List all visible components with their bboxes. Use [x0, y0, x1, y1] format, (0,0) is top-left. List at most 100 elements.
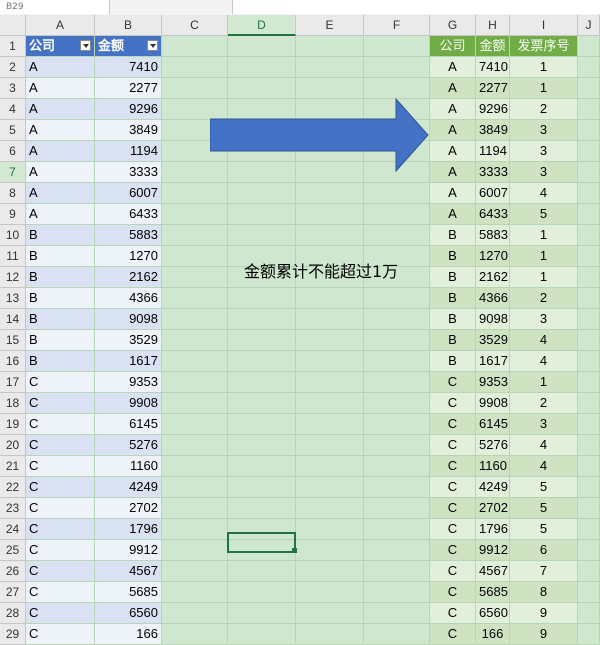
row-header-2[interactable]: 2 [0, 57, 26, 78]
grid-cell[interactable] [578, 456, 600, 477]
grid-cell[interactable] [228, 351, 296, 372]
table-cell[interactable]: 166 [95, 624, 162, 645]
table-cell[interactable]: B [430, 225, 476, 246]
table-cell[interactable]: 2 [510, 288, 578, 309]
table-cell[interactable]: 5276 [476, 435, 510, 456]
table-cell[interactable]: 3333 [476, 162, 510, 183]
table-cell[interactable]: 9353 [476, 372, 510, 393]
grid-cell[interactable] [578, 435, 600, 456]
table-cell[interactable]: 9098 [95, 309, 162, 330]
row-header-19[interactable]: 19 [0, 414, 26, 435]
table-cell[interactable]: 1194 [95, 141, 162, 162]
table-cell[interactable]: 1160 [95, 456, 162, 477]
name-box[interactable]: B29 [0, 0, 110, 14]
select-all-corner[interactable] [0, 15, 26, 36]
table-cell[interactable]: 2 [510, 99, 578, 120]
grid-cell[interactable] [578, 57, 600, 78]
grid-cell[interactable] [228, 456, 296, 477]
table-cell[interactable]: 5 [510, 204, 578, 225]
grid-cell[interactable] [578, 162, 600, 183]
table-cell[interactable]: A [26, 162, 95, 183]
grid-cell[interactable] [228, 372, 296, 393]
table-cell[interactable]: 3 [510, 141, 578, 162]
grid-cell[interactable] [364, 603, 430, 624]
grid-cell[interactable] [228, 330, 296, 351]
table-cell[interactable]: 6007 [476, 183, 510, 204]
grid-cell[interactable] [296, 309, 364, 330]
table-cell[interactable]: B [430, 246, 476, 267]
table-cell[interactable]: 5883 [476, 225, 510, 246]
table-cell[interactable]: A [430, 162, 476, 183]
row-header-5[interactable]: 5 [0, 120, 26, 141]
table-cell[interactable]: 4249 [95, 477, 162, 498]
grid-cell[interactable] [364, 540, 430, 561]
table-cell[interactable]: A [430, 57, 476, 78]
row-header-15[interactable]: 15 [0, 330, 26, 351]
table-cell[interactable]: C [26, 582, 95, 603]
row-header-12[interactable]: 12 [0, 267, 26, 288]
table-cell[interactable]: 1 [510, 78, 578, 99]
grid-cell[interactable] [296, 225, 364, 246]
column-header-j[interactable]: J [578, 15, 600, 36]
table-cell[interactable]: 166 [476, 624, 510, 645]
grid-cell[interactable] [296, 372, 364, 393]
row-header-29[interactable]: 29 [0, 624, 26, 645]
table-cell[interactable]: A [26, 204, 95, 225]
table-cell[interactable]: B [430, 267, 476, 288]
table-cell[interactable]: 9908 [476, 393, 510, 414]
grid-cell[interactable] [578, 414, 600, 435]
grid-cell[interactable] [364, 561, 430, 582]
column-header-a[interactable]: A [26, 15, 95, 36]
table-cell[interactable]: 1 [510, 246, 578, 267]
grid-cell[interactable] [228, 582, 296, 603]
table-cell[interactable]: 6433 [95, 204, 162, 225]
grid-cell[interactable] [228, 36, 296, 57]
row-header-10[interactable]: 10 [0, 225, 26, 246]
table-cell[interactable]: A [26, 120, 95, 141]
grid-cell[interactable] [578, 99, 600, 120]
row-header-14[interactable]: 14 [0, 309, 26, 330]
table-cell[interactable]: 6560 [95, 603, 162, 624]
row-header-27[interactable]: 27 [0, 582, 26, 603]
table-cell[interactable]: C [430, 624, 476, 645]
table-cell[interactable]: A [430, 120, 476, 141]
table-cell[interactable]: 9912 [476, 540, 510, 561]
row-header-28[interactable]: 28 [0, 603, 26, 624]
grid-cell[interactable] [578, 204, 600, 225]
table-cell[interactable]: 9 [510, 603, 578, 624]
grid-cell[interactable] [162, 372, 228, 393]
table-cell[interactable]: 9353 [95, 372, 162, 393]
row-header-4[interactable]: 4 [0, 99, 26, 120]
table-cell[interactable]: 4 [510, 351, 578, 372]
grid-cell[interactable] [578, 225, 600, 246]
table-cell[interactable]: 4249 [476, 477, 510, 498]
table-cell[interactable]: A [26, 141, 95, 162]
table-cell[interactable]: 9296 [95, 99, 162, 120]
table-cell[interactable]: 8 [510, 582, 578, 603]
table-cell[interactable]: 3 [510, 309, 578, 330]
right-header-cell[interactable]: 金额 [476, 36, 510, 57]
grid-cell[interactable] [578, 351, 600, 372]
table-cell[interactable]: 5 [510, 498, 578, 519]
grid-cell[interactable] [578, 267, 600, 288]
grid-cell[interactable] [162, 624, 228, 645]
row-header-24[interactable]: 24 [0, 519, 26, 540]
table-cell[interactable]: 4 [510, 435, 578, 456]
grid-cell[interactable] [296, 519, 364, 540]
grid-cell[interactable] [578, 519, 600, 540]
column-header-h[interactable]: H [476, 15, 510, 36]
table-cell[interactable]: C [26, 498, 95, 519]
table-cell[interactable]: A [430, 204, 476, 225]
grid-cell[interactable] [578, 393, 600, 414]
grid-cell[interactable] [296, 435, 364, 456]
grid-cell[interactable] [162, 351, 228, 372]
table-cell[interactable]: B [430, 351, 476, 372]
row-header-20[interactable]: 20 [0, 435, 26, 456]
table-cell[interactable]: 3 [510, 414, 578, 435]
table-cell[interactable]: 7410 [95, 57, 162, 78]
table-cell[interactable]: 1 [510, 57, 578, 78]
table-cell[interactable]: A [430, 141, 476, 162]
grid-cell[interactable] [162, 225, 228, 246]
grid-cell[interactable] [296, 561, 364, 582]
table-cell[interactable]: C [26, 561, 95, 582]
